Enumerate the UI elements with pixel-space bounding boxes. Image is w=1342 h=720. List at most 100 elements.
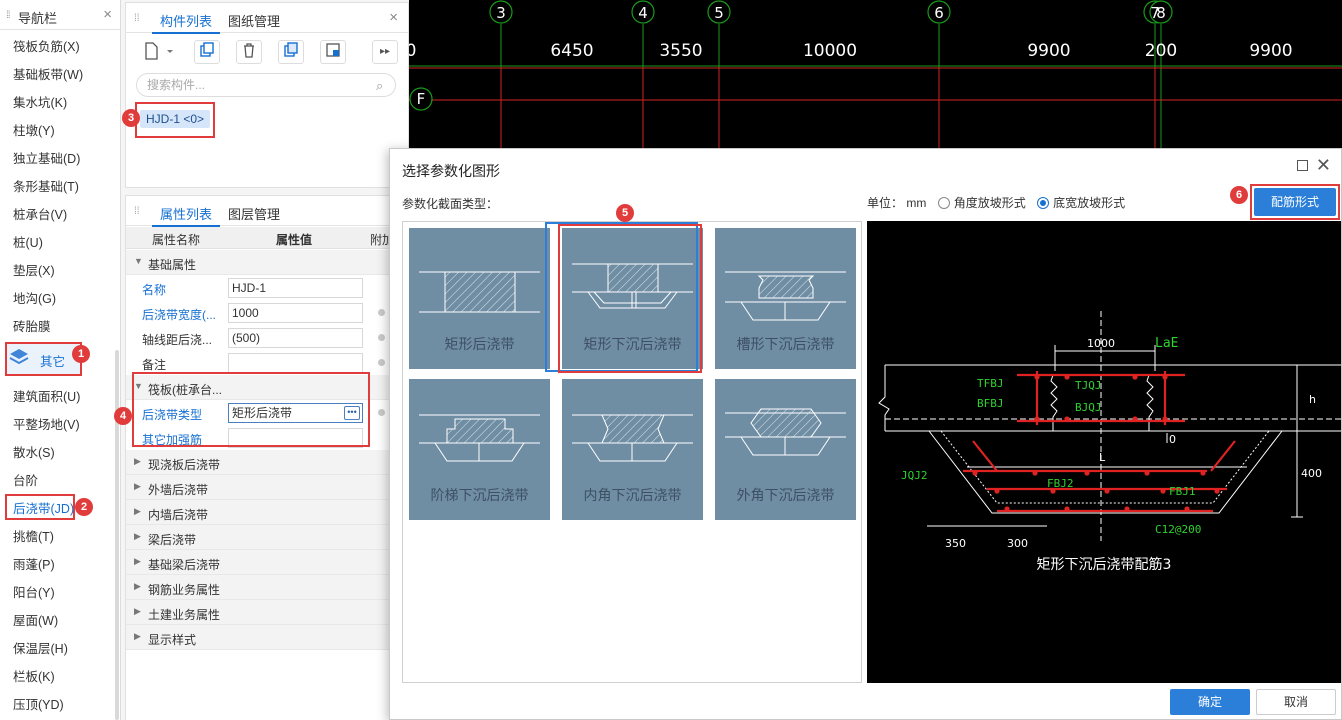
attach-checkbox[interactable]: [378, 309, 385, 316]
property-value-input[interactable]: (500): [228, 328, 363, 348]
property-row-width: 后浇带宽度(... 1000: [126, 300, 408, 325]
drag-handle-icon[interactable]: ⁞⁞: [6, 10, 10, 21]
expand-triangle-icon[interactable]: ▶: [134, 506, 141, 517]
group-outer-wall[interactable]: ▶ 外墙后浇带: [126, 475, 408, 500]
highlight-box-shape: [558, 224, 702, 373]
trash-icon: [244, 43, 254, 58]
shape-caption: 槽形下沉后浇带: [736, 337, 835, 353]
nav-item-column-pier[interactable]: 柱墩(Y): [13, 120, 55, 139]
new-component-button[interactable]: [138, 40, 176, 64]
expand-triangle-icon[interactable]: ▶: [134, 606, 141, 617]
property-value-input[interactable]: [228, 353, 363, 373]
nav-item-insulation[interactable]: 保温层(H): [13, 638, 68, 657]
shape-rect-post-pour[interactable]: 矩形后浇带: [409, 228, 550, 369]
nav-item-other[interactable]: 其它: [40, 351, 65, 370]
drag-handle-icon[interactable]: ⁞⁞: [134, 13, 140, 24]
radio-angle-slope-label[interactable]: 角度放坡形式: [954, 196, 1026, 210]
shape-caption: 矩形后浇带: [444, 337, 515, 353]
tab-layer-management[interactable]: 图层管理: [228, 204, 280, 223]
nav-item-balcony[interactable]: 阳台(Y): [13, 582, 55, 601]
property-value-input[interactable]: 1000: [228, 303, 363, 323]
nav-item-coping[interactable]: 压顶(YD): [13, 694, 64, 713]
expand-triangle-icon[interactable]: ▶: [134, 481, 141, 492]
group-label: 基础属性: [148, 258, 197, 272]
nav-item-brick-form[interactable]: 砖胎膜: [13, 316, 51, 335]
nav-item-foundation-strip[interactable]: 基础板带(W): [13, 64, 83, 83]
attach-checkbox[interactable]: [378, 359, 385, 366]
group-rebar-business[interactable]: ▶ 钢筋业务属性: [126, 575, 408, 600]
group-label: 梁后浇带: [148, 533, 197, 547]
tab-component-list[interactable]: 构件列表: [151, 11, 221, 34]
nav-item-apron[interactable]: 散水(S): [13, 442, 55, 461]
shape-outer-corner-sunk-post-pour[interactable]: 外角下沉后浇带: [715, 379, 856, 520]
expand-triangle-icon[interactable]: ▶: [134, 631, 141, 642]
nav-item-steps[interactable]: 台阶: [13, 470, 38, 489]
preview-bjqj: BJQJ: [1075, 401, 1102, 414]
nav-item-eave[interactable]: 挑檐(T): [13, 526, 54, 545]
group-foundation-beam[interactable]: ▶ 基础梁后浇带: [126, 550, 408, 575]
group-basic-properties[interactable]: ▼ 基础属性: [126, 250, 408, 275]
shape-stepped-sunk-post-pour[interactable]: 阶梯下沉后浇带: [409, 379, 550, 520]
nav-item-cushion[interactable]: 垫层(X): [13, 260, 55, 279]
duplicate-button[interactable]: [278, 40, 304, 64]
close-icon[interactable]: ×: [103, 6, 112, 23]
nav-item-isolated-footing[interactable]: 独立基础(D): [13, 148, 80, 167]
property-table-header: 属性名称 属性值 附加: [126, 227, 408, 249]
radio-bottom-width-slope[interactable]: [1037, 197, 1050, 209]
preview-tfbj: TFBJ: [977, 377, 1004, 390]
maximize-icon[interactable]: [1297, 160, 1308, 171]
radio-angle-slope[interactable]: [937, 197, 950, 209]
floor-copy-button[interactable]: [320, 40, 346, 64]
group-display-style[interactable]: ▶ 显示样式: [126, 625, 408, 650]
shape-inner-corner-sunk-post-pour[interactable]: 内角下沉后浇带: [562, 379, 703, 520]
nav-item-building-area[interactable]: 建筑面积(U): [13, 386, 80, 405]
group-beam[interactable]: ▶ 梁后浇带: [126, 525, 408, 550]
ok-button[interactable]: 确定: [1170, 689, 1250, 715]
expand-triangle-icon[interactable]: ▶: [134, 456, 141, 467]
nav-item-post-pour-strip[interactable]: 后浇带(JD): [13, 498, 74, 517]
nav-item-railing[interactable]: 栏板(K): [13, 666, 55, 685]
close-icon[interactable]: ×: [389, 9, 398, 26]
search-icon[interactable]: ⌕: [376, 78, 383, 94]
group-inner-wall[interactable]: ▶ 内墙后浇带: [126, 500, 408, 525]
dimension-label: 3550: [659, 41, 702, 61]
expand-triangle-icon[interactable]: ▶: [134, 581, 141, 592]
nav-item-canopy[interactable]: 雨蓬(P): [13, 554, 55, 573]
group-civil-business[interactable]: ▶ 土建业务属性: [126, 600, 408, 625]
expand-triangle-icon[interactable]: ▶: [134, 556, 141, 567]
collapse-triangle-icon[interactable]: ▼: [134, 256, 143, 266]
copy-button[interactable]: [194, 40, 220, 64]
nav-item-raft-negative-rebar[interactable]: 筏板负筋(X): [13, 36, 80, 55]
nav-item-pile-cap[interactable]: 桩承台(V): [13, 204, 67, 223]
preview-c12: C12@200: [1155, 523, 1201, 536]
nav-item-roof[interactable]: 屋面(W): [13, 610, 58, 629]
attach-checkbox[interactable]: [378, 334, 385, 341]
preview-zero: 0: [1169, 433, 1176, 446]
nav-item-sump-pit[interactable]: 集水坑(K): [13, 92, 67, 111]
tab-property-list[interactable]: 属性列表: [151, 204, 221, 227]
nav-item-trench[interactable]: 地沟(G): [13, 288, 56, 307]
shape-trough-sunk-post-pour[interactable]: 槽形下沉后浇带: [715, 228, 856, 369]
close-icon[interactable]: ✕: [1316, 155, 1331, 176]
nav-item-pile[interactable]: 桩(U): [13, 232, 43, 251]
rebar-preview: 1000 h 0 L 400 350 300 LaE TFBJ BFBJ TJQ…: [867, 221, 1341, 683]
radio-bottom-width-slope-label[interactable]: 底宽放坡形式: [1053, 196, 1125, 210]
attach-checkbox[interactable]: [378, 409, 385, 416]
group-label: 基础梁后浇带: [148, 558, 221, 572]
property-value-input[interactable]: HJD-1: [228, 278, 363, 298]
tab-drawing-management[interactable]: 图纸管理: [228, 11, 280, 30]
nav-item-strip-footing[interactable]: 条形基础(T): [13, 176, 79, 195]
nav-item-site-leveling[interactable]: 平整场地(V): [13, 414, 80, 433]
rebar-form-button[interactable]: 配筋形式: [1254, 188, 1336, 216]
cancel-button[interactable]: 取消: [1256, 689, 1336, 715]
component-tabs: ⁞⁞ 构件列表 图纸管理 ×: [126, 3, 408, 34]
drag-handle-icon[interactable]: ⁞⁞: [134, 206, 140, 217]
component-item-hjd1[interactable]: HJD-1 <0>: [140, 110, 211, 128]
search-input[interactable]: 搜索构件...: [136, 73, 396, 97]
nav-scrollbar[interactable]: [115, 350, 119, 720]
group-cast-slab[interactable]: ▶ 现浇板后浇带: [126, 450, 408, 475]
delete-button[interactable]: [236, 40, 262, 64]
expand-triangle-icon[interactable]: ▶: [134, 531, 141, 542]
shape-caption: 外角下沉后浇带: [736, 488, 835, 504]
more-toolbar-button[interactable]: ▸▸: [372, 40, 398, 64]
